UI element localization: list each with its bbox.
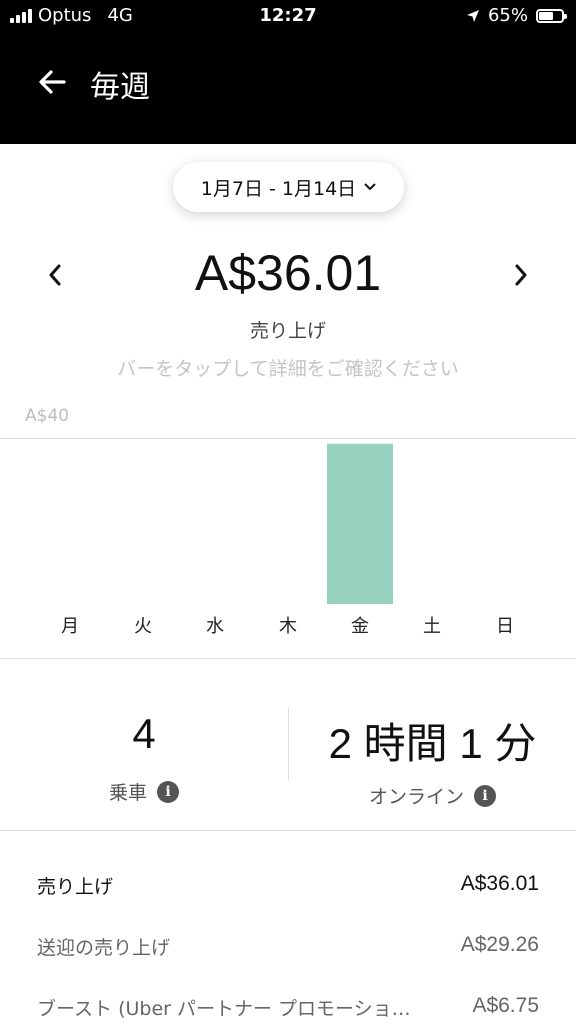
- breakdown-label: ブースト (Uber パートナー プロモーショ…: [37, 998, 411, 1020]
- online-time-label: オンライン: [368, 786, 464, 808]
- breakdown-label: 売り上げ: [37, 876, 114, 898]
- x-axis-labels: 月火水木金土日: [0, 612, 576, 637]
- day-label: 月: [61, 616, 79, 637]
- stats-panel: 4 乗車 i 2 時間 1 分 オンライン i: [0, 660, 576, 830]
- page-title: 毎週: [90, 70, 150, 105]
- online-time-value: 2 時間 1 分: [328, 720, 537, 767]
- top-app-bar: 毎週: [0, 32, 576, 144]
- date-range-label: 1月7日 - 1月14日: [200, 177, 357, 200]
- total-earnings: A$36.01: [194, 245, 382, 301]
- day-label: 火: [134, 616, 152, 637]
- breakdown-label: 送迎の売り上げ: [37, 937, 171, 959]
- day-label: 金: [351, 616, 369, 637]
- day-label: 土: [423, 616, 441, 637]
- day-label: 日: [496, 616, 514, 637]
- info-icon[interactable]: i: [157, 780, 179, 803]
- breakdown-value: A$36.01: [460, 872, 539, 895]
- breakdown-row-earnings[interactable]: 売り上げ A$36.01: [37, 872, 539, 912]
- bar-4[interactable]: [327, 443, 393, 604]
- breakdown-row-boost[interactable]: ブースト (Uber パートナー プロモーショ… A$6.75: [37, 994, 539, 1034]
- battery-percent: 65%: [487, 5, 528, 26]
- trips-count: 4: [132, 710, 156, 757]
- breakdown-value: A$6.75: [472, 994, 539, 1017]
- chart-canvas: [327, 443, 393, 604]
- y-axis-max-label: A$40: [25, 406, 70, 426]
- location-arrow-icon: [466, 9, 479, 22]
- chart-bottom-divider: [0, 658, 576, 659]
- weekly-earnings-chart: [0, 438, 576, 638]
- status-bar: Optus 4G 12:27 65%: [0, 0, 576, 32]
- chevron-down-icon: [364, 183, 376, 191]
- day-label: 木: [279, 616, 297, 637]
- info-icon[interactable]: i: [474, 784, 496, 807]
- trips-stat: 4 乗車 i: [0, 660, 288, 830]
- breakdown-value: A$29.26: [460, 933, 539, 956]
- trips-label: 乗車: [108, 782, 147, 804]
- stats-bottom-divider: [0, 830, 576, 831]
- breakdown-row-fares[interactable]: 送迎の売り上げ A$29.26: [37, 933, 539, 973]
- chart-hint: バーをタップして詳細をご確認ください: [117, 358, 459, 380]
- total-earnings-label: 売り上げ: [249, 320, 326, 342]
- date-range-selector[interactable]: 1月7日 - 1月14日: [173, 162, 404, 212]
- chevron-right-icon[interactable]: [510, 262, 532, 288]
- arrow-left-icon[interactable]: [36, 66, 68, 98]
- battery-icon: [536, 8, 567, 23]
- day-label: 水: [206, 616, 224, 637]
- online-time-stat: 2 時間 1 分 オンライン i: [289, 660, 576, 830]
